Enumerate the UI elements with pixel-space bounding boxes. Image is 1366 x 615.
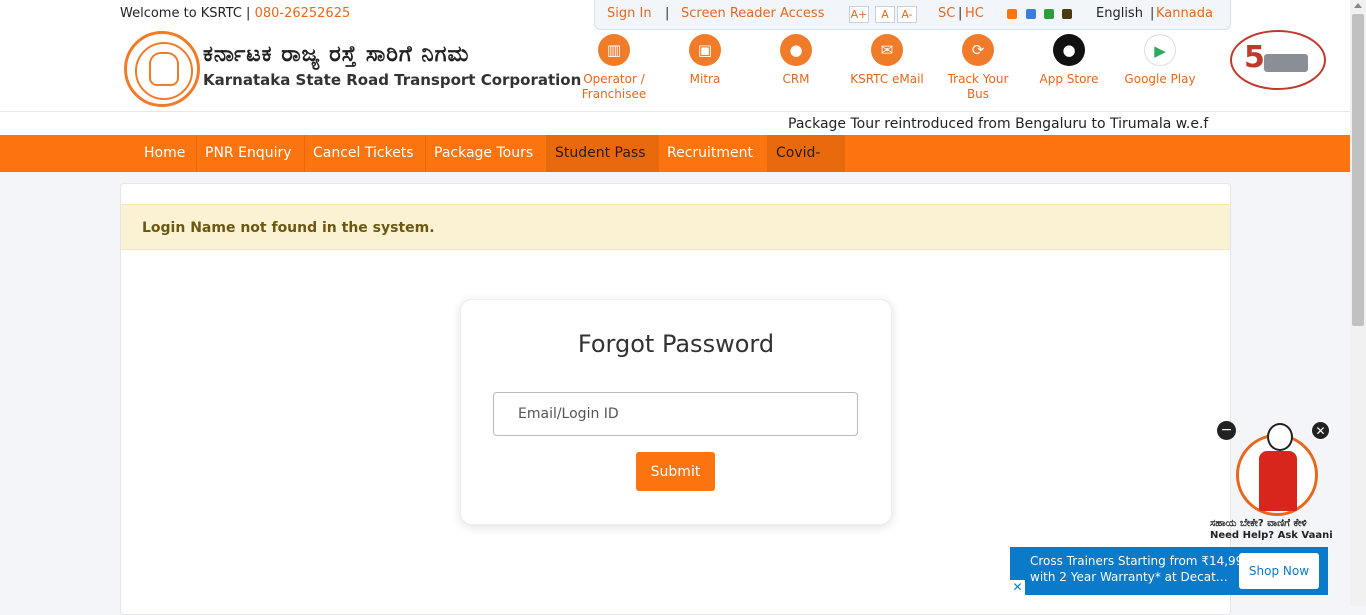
separator: | [665, 6, 670, 21]
font-decrease-button[interactable]: A- [897, 6, 917, 23]
english-link[interactable]: English [1096, 6, 1143, 21]
nav-recruitment[interactable]: Recruitment [659, 135, 768, 172]
font-normal-button[interactable]: A [875, 6, 895, 23]
nav-home[interactable]: Home [136, 135, 197, 172]
theme-blue-button[interactable] [1026, 9, 1036, 19]
separator: | [958, 6, 963, 21]
theme-brown-button[interactable] [1062, 9, 1072, 19]
header: Welcome to KSRTC | 080-26252625 Sign In … [0, 0, 1350, 112]
chat-minimize-button[interactable]: − [1217, 421, 1236, 440]
email-login-input[interactable] [493, 392, 858, 436]
nav-package-tours[interactable]: Package Tours [426, 135, 547, 172]
ad-banner[interactable]: Cross Trainers Starting from ₹14,999 wit… [1010, 547, 1328, 595]
error-alert: Login Name not found in the system. [121, 204, 1230, 250]
quick-link-label: KSRTC eMail [850, 72, 924, 86]
vaani-chatbot-avatar[interactable] [1236, 423, 1318, 516]
quick-link-google-play[interactable]: ▶ Google Play [1120, 34, 1200, 87]
quick-link-crm[interactable]: ● CRM [756, 34, 836, 87]
scroll-up-arrow-icon[interactable] [1354, 3, 1362, 8]
welcome-text: Welcome to KSRTC | 080-26252625 [120, 6, 350, 21]
submit-button[interactable]: Submit [636, 452, 715, 491]
site-title-english: Karnataka State Road Transport Corporati… [203, 71, 582, 89]
ad-line-2: with 2 Year Warranty* at Decathlon.... [1030, 570, 1230, 584]
chart-icon: ▥ [598, 34, 630, 66]
play-icon: ▶ [1144, 34, 1176, 66]
nav-pnr-enquiry[interactable]: PNR Enquiry [197, 135, 305, 172]
golden-jubilee-emblem: 5 [1230, 30, 1326, 90]
nav-cancel-tickets[interactable]: Cancel Tickets [305, 135, 426, 172]
quick-link-track-bus[interactable]: ⟳ Track Your Bus [938, 34, 1018, 102]
ad-close-button[interactable]: ✕ [1010, 580, 1025, 595]
avatar-head [1267, 423, 1293, 451]
news-ticker: Package Tour reintroduced from Bengaluru… [0, 112, 1350, 135]
site-title-kannada: ಕರ್ನಾಟಕ ರಾಜ್ಯ ರಸ್ತೆ ಸಾರಿಗೆ ನಿಗಮ [203, 42, 470, 67]
hc-link[interactable]: HC [965, 6, 984, 21]
vaani-caption-english[interactable]: Need Help? Ask Vaani [1210, 530, 1333, 541]
avatar-body [1259, 451, 1297, 511]
forgot-password-card: Forgot Password Submit [460, 299, 892, 525]
bus-icon: ▣ [689, 34, 721, 66]
quick-link-operator[interactable]: ▥ Operator / Franchisee [574, 34, 654, 102]
quick-link-label: Operator / Franchisee [581, 72, 647, 101]
mail-icon: ✉ [871, 34, 903, 66]
chat-close-button[interactable]: ✕ [1311, 421, 1330, 440]
theme-green-button[interactable] [1044, 9, 1054, 19]
kannada-link[interactable]: Kannada [1156, 6, 1213, 21]
ticker-text[interactable]: Package Tour reintroduced from Bengaluru… [788, 116, 1208, 132]
quick-link-email[interactable]: ✉ KSRTC eMail [847, 34, 927, 87]
route-icon: ⟳ [962, 34, 994, 66]
quick-link-label: Mitra [689, 72, 721, 86]
theme-orange-button[interactable] [1007, 9, 1017, 19]
sign-in-link[interactable]: Sign In [607, 6, 652, 21]
sc-link[interactable]: SC [938, 6, 955, 21]
page-scrollbar[interactable] [1350, 0, 1366, 606]
welcome-label: Welcome to KSRTC | [120, 6, 251, 21]
ad-shop-now-button[interactable]: Shop Now [1239, 553, 1319, 589]
emblem-figure: 5 [1244, 40, 1265, 75]
accessibility-bar: Sign In | Screen Reader Access A+ A A- S… [594, 0, 1231, 30]
quick-link-app-store[interactable]: ● App Store [1029, 34, 1109, 87]
nav-student-pass[interactable]: Student Pass [547, 135, 659, 172]
nav-covid-19[interactable]: Covid-19 [768, 135, 845, 198]
form-title: Forgot Password [577, 330, 775, 358]
font-increase-button[interactable]: A+ [849, 6, 869, 23]
scrollbar-thumb[interactable] [1352, 14, 1364, 326]
screen-reader-link[interactable]: Screen Reader Access [681, 6, 824, 21]
quick-link-label: CRM [782, 72, 810, 86]
separator: | [1150, 6, 1155, 21]
emblem-bus-image [1264, 54, 1308, 72]
quick-link-mitra[interactable]: ▣ Mitra [665, 34, 745, 87]
quick-link-label: Track Your Bus [947, 72, 1009, 101]
quick-link-label: App Store [1039, 72, 1099, 86]
logo-emblem [149, 52, 179, 86]
helpline-phone[interactable]: 080-26252625 [255, 6, 351, 21]
apple-icon: ● [1053, 34, 1085, 66]
user-icon: ● [780, 34, 812, 66]
main-nav: Home PNR Enquiry Cancel Tickets Package … [0, 135, 1350, 198]
ksrtc-logo[interactable] [124, 31, 200, 107]
quick-link-label: Google Play [1124, 72, 1196, 86]
ad-line-1: Cross Trainers Starting from ₹14,999 [1030, 554, 1251, 568]
vaani-caption-kannada[interactable]: ಸಹಾಯ ಬೇಕೇ? ವಾಣಿಗೆ ಕೇಳಿ [1210, 518, 1307, 529]
